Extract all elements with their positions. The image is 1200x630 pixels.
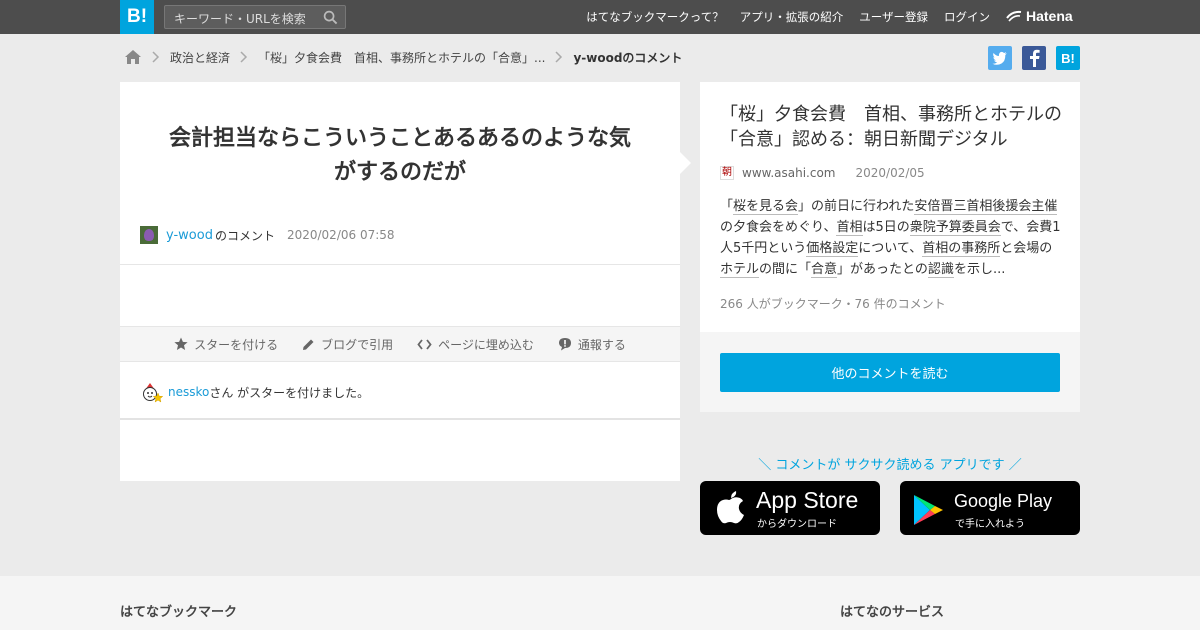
- top-nav: はてなブックマークって？ アプリ・拡張の紹介 ユーザー登録 ログイン: [586, 0, 990, 34]
- entry-date: 2020/02/05: [855, 166, 925, 180]
- summary-text: は5日の: [862, 220, 910, 235]
- search-box[interactable]: キーワード・URLを検索: [164, 5, 346, 29]
- hatena-bookmark-logo[interactable]: B!: [120, 0, 154, 34]
- star-icon: [174, 337, 188, 350]
- summary-text: 」があったとの: [837, 262, 928, 277]
- home-icon[interactable]: [124, 49, 142, 65]
- summary-keyword-link[interactable]: 衆院予算委員会: [909, 220, 1001, 236]
- star-text: さん がスターを付けました。: [209, 385, 370, 400]
- google-play-button[interactable]: Google Play で手に入れよう: [900, 481, 1080, 535]
- google-play-sub: で手に入れよう: [955, 519, 1025, 530]
- app-store-button[interactable]: App Store からダウンロード: [700, 481, 880, 535]
- summary-text: 「: [720, 199, 734, 214]
- user-avatar[interactable]: [140, 226, 158, 244]
- facebook-icon: [1030, 49, 1040, 67]
- breadcrumb-entry[interactable]: 「桜」夕食会費 首相、事務所とホテルの「合意」...: [258, 49, 545, 66]
- summary-keyword-link[interactable]: 認識: [927, 262, 954, 278]
- hatena-brand[interactable]: Hatena: [1006, 8, 1073, 24]
- add-star-label: スターを付ける: [194, 337, 279, 352]
- blog-quote-label: ブログで引用: [321, 337, 394, 352]
- footer-heading-services: はてなのサービス: [840, 605, 945, 620]
- breadcrumb-current: y-woodのコメント: [573, 50, 683, 65]
- comment-meta: y-wood のコメント 2020/02/06 07:58: [140, 226, 395, 244]
- google-play-title: Google Play: [954, 491, 1053, 511]
- summary-text: について、: [858, 241, 923, 256]
- nav-about[interactable]: はてなブックマークって？: [586, 9, 723, 25]
- summary-keyword-link[interactable]: 価格設定: [806, 241, 859, 257]
- action-bar: スターを付ける ブログで引用 ページに埋め込む 通報する: [120, 326, 680, 362]
- pencil-icon: [303, 339, 314, 350]
- comment-label: のコメント: [214, 228, 275, 243]
- summary-text: の夕食会をめぐり、: [720, 220, 837, 235]
- entry-bookmark-count[interactable]: 266 人がブックマーク・76 件のコメント: [720, 295, 946, 312]
- entry-footer: 他のコメントを読む: [700, 332, 1080, 412]
- app-store-sub: からダウンロード: [757, 519, 837, 530]
- summary-text: 」の前日に行われた: [798, 199, 915, 214]
- app-store-title: App Store: [756, 487, 859, 513]
- comment-card: 会計担当ならこういうことあるあるのような気がするのだが y-wood のコメント…: [120, 82, 680, 481]
- entry-summary: 「桜を見る会」の前日に行われた安倍晋三首相後援会主催の夕食会をめぐり、首相は5日…: [720, 196, 1062, 280]
- nav-register[interactable]: ユーザー登録: [859, 9, 928, 25]
- summary-keyword-link[interactable]: 桜を見る会: [733, 199, 799, 215]
- summary-keyword-link[interactable]: 首相の事務所: [922, 241, 1001, 257]
- summary-keyword-link[interactable]: ホテル: [720, 262, 760, 278]
- report-button[interactable]: 通報する: [558, 336, 626, 353]
- comment-text: 会計担当ならこういうことあるあるのような気がするのだが: [168, 126, 631, 185]
- add-star-button[interactable]: スターを付ける: [174, 336, 278, 353]
- nav-apps[interactable]: アプリ・拡張の紹介: [740, 9, 844, 25]
- comment-date[interactable]: 2020/02/06 07:58: [287, 228, 395, 242]
- entry-box: 「桜」夕食会費 首相、事務所とホテルの「合意」認める：朝日新聞デジタル 朝 ww…: [700, 82, 1080, 332]
- divider: [120, 418, 680, 420]
- summary-keyword-link[interactable]: 安倍晋三首相後援会主催: [914, 199, 1058, 215]
- star-user-link[interactable]: nessko: [168, 385, 209, 399]
- search-input[interactable]: キーワード・URLを検索: [174, 10, 306, 27]
- google-play-icon: [914, 495, 943, 525]
- app-promo-text: ＼ コメントが サクサク読める アプリです ／: [758, 458, 1022, 473]
- star-notice: nessko さん がスターを付けました。: [140, 381, 369, 403]
- summary-text: と会場の: [1000, 241, 1053, 256]
- entry-source: 朝 www.asahi.com 2020/02/05: [720, 166, 925, 180]
- summary-text: を示し...: [953, 262, 1006, 277]
- chevron-right-icon: [555, 51, 563, 63]
- code-icon: [417, 338, 432, 350]
- breadcrumb: 政治と経済 「桜」夕食会費 首相、事務所とホテルの「合意」... y-woodの…: [124, 48, 682, 66]
- nav-login[interactable]: ログイン: [944, 9, 990, 25]
- summary-text: の間に「: [759, 262, 812, 277]
- twitter-share-button[interactable]: [988, 46, 1012, 70]
- comment-user-link[interactable]: y-wood: [166, 228, 213, 243]
- blog-quote-button[interactable]: ブログで引用: [302, 336, 393, 353]
- footer-heading-bookmark: はてなブックマーク: [120, 605, 238, 620]
- read-more-comments-button[interactable]: 他のコメントを読む: [720, 353, 1060, 392]
- chevron-right-icon: [240, 51, 248, 63]
- asahi-favicon-icon: 朝: [720, 166, 734, 180]
- facebook-share-button[interactable]: [1022, 46, 1046, 70]
- twitter-icon: [992, 51, 1007, 65]
- top-bar: B! キーワード・URLを検索 はてなブックマークって？ アプリ・拡張の紹介 ユ…: [0, 0, 1200, 34]
- report-icon: [558, 338, 571, 351]
- breadcrumb-category[interactable]: 政治と経済: [170, 49, 230, 66]
- hatena-mark-icon: [1006, 10, 1022, 22]
- divider: [120, 264, 680, 265]
- star-user-avatar[interactable]: [140, 381, 164, 403]
- entry-title[interactable]: 「桜」夕食会費 首相、事務所とホテルの「合意」認める：朝日新聞デジタル: [720, 102, 1065, 152]
- hatena-share-button[interactable]: B!: [1056, 46, 1080, 70]
- footer: はてなブックマーク はてなのサービス: [0, 576, 1200, 630]
- chevron-right-icon: [152, 51, 160, 63]
- search-icon[interactable]: [323, 10, 338, 25]
- embed-label: ページに埋め込む: [438, 337, 534, 352]
- summary-keyword-link[interactable]: 首相: [836, 220, 863, 236]
- hatena-brand-text: Hatena: [1026, 8, 1073, 24]
- report-label: 通報する: [577, 337, 626, 352]
- card-pointer: [680, 152, 691, 174]
- embed-button[interactable]: ページに埋め込む: [417, 336, 534, 353]
- summary-keyword-link[interactable]: 合意: [811, 262, 838, 278]
- apple-icon: [717, 491, 744, 524]
- entry-domain[interactable]: www.asahi.com: [742, 166, 836, 180]
